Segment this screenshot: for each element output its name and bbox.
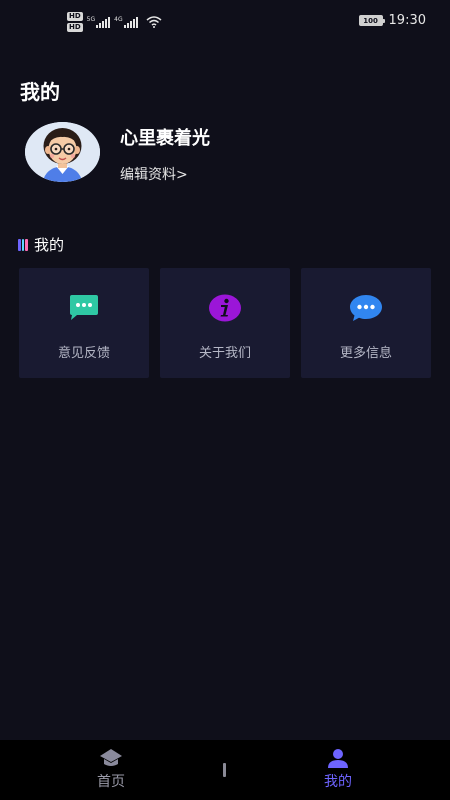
hd-badge: HD bbox=[67, 12, 83, 21]
hd-badge: HD bbox=[67, 23, 83, 32]
feature-cards: 意见反馈 关于我们 更多信息 bbox=[19, 268, 431, 378]
page-title: 我的 bbox=[20, 80, 60, 104]
about-us-card[interactable]: 关于我们 bbox=[160, 268, 290, 378]
section-marker-icon bbox=[18, 238, 29, 251]
edit-profile-link[interactable]: 编辑资料> bbox=[120, 164, 188, 184]
more-info-card[interactable]: 更多信息 bbox=[301, 268, 431, 378]
more-info-label: 更多信息 bbox=[339, 346, 392, 361]
status-bar: HD HD 5G 4G 100 19:30 bbox=[0, 0, 450, 44]
signal-bars-icon bbox=[96, 16, 111, 28]
feedback-label: 意见反馈 bbox=[57, 346, 110, 361]
nav-item-mine[interactable]: 我的 bbox=[293, 748, 383, 791]
hd-indicators: HD HD bbox=[67, 12, 83, 32]
avatar-illustration bbox=[25, 122, 100, 182]
user-icon bbox=[328, 749, 348, 768]
more-icon bbox=[350, 295, 382, 321]
section-title: 我的 bbox=[34, 236, 65, 254]
nav-divider bbox=[223, 763, 226, 777]
status-right: 100 19:30 bbox=[358, 13, 426, 28]
feedback-card[interactable]: 意见反馈 bbox=[19, 268, 149, 378]
nav-label-home: 首页 bbox=[97, 774, 125, 790]
nav-item-home[interactable]: 首页 bbox=[66, 748, 156, 791]
avatar[interactable] bbox=[25, 122, 100, 182]
wifi-icon bbox=[146, 16, 162, 28]
about-us-label: 关于我们 bbox=[198, 346, 251, 361]
status-time: 19:30 bbox=[388, 13, 426, 28]
status-indicators: HD HD 5G 4G bbox=[67, 12, 162, 32]
network-type-label: 4G bbox=[114, 16, 123, 23]
info-icon bbox=[209, 294, 241, 322]
nav-label-mine: 我的 bbox=[324, 774, 352, 790]
battery-icon: 100 bbox=[358, 15, 385, 26]
home-icon bbox=[100, 749, 122, 766]
section-header: 我的 bbox=[18, 234, 64, 255]
bottom-nav: 首页 我的 bbox=[0, 740, 450, 800]
signal-5g: 5G bbox=[86, 16, 111, 28]
nickname: 心里裹着光 bbox=[120, 128, 210, 149]
signal-bars-icon bbox=[123, 16, 138, 28]
chat-bubble-icon bbox=[70, 295, 98, 320]
network-type-label: 5G bbox=[86, 16, 96, 23]
signal-4g: 4G bbox=[114, 16, 138, 28]
